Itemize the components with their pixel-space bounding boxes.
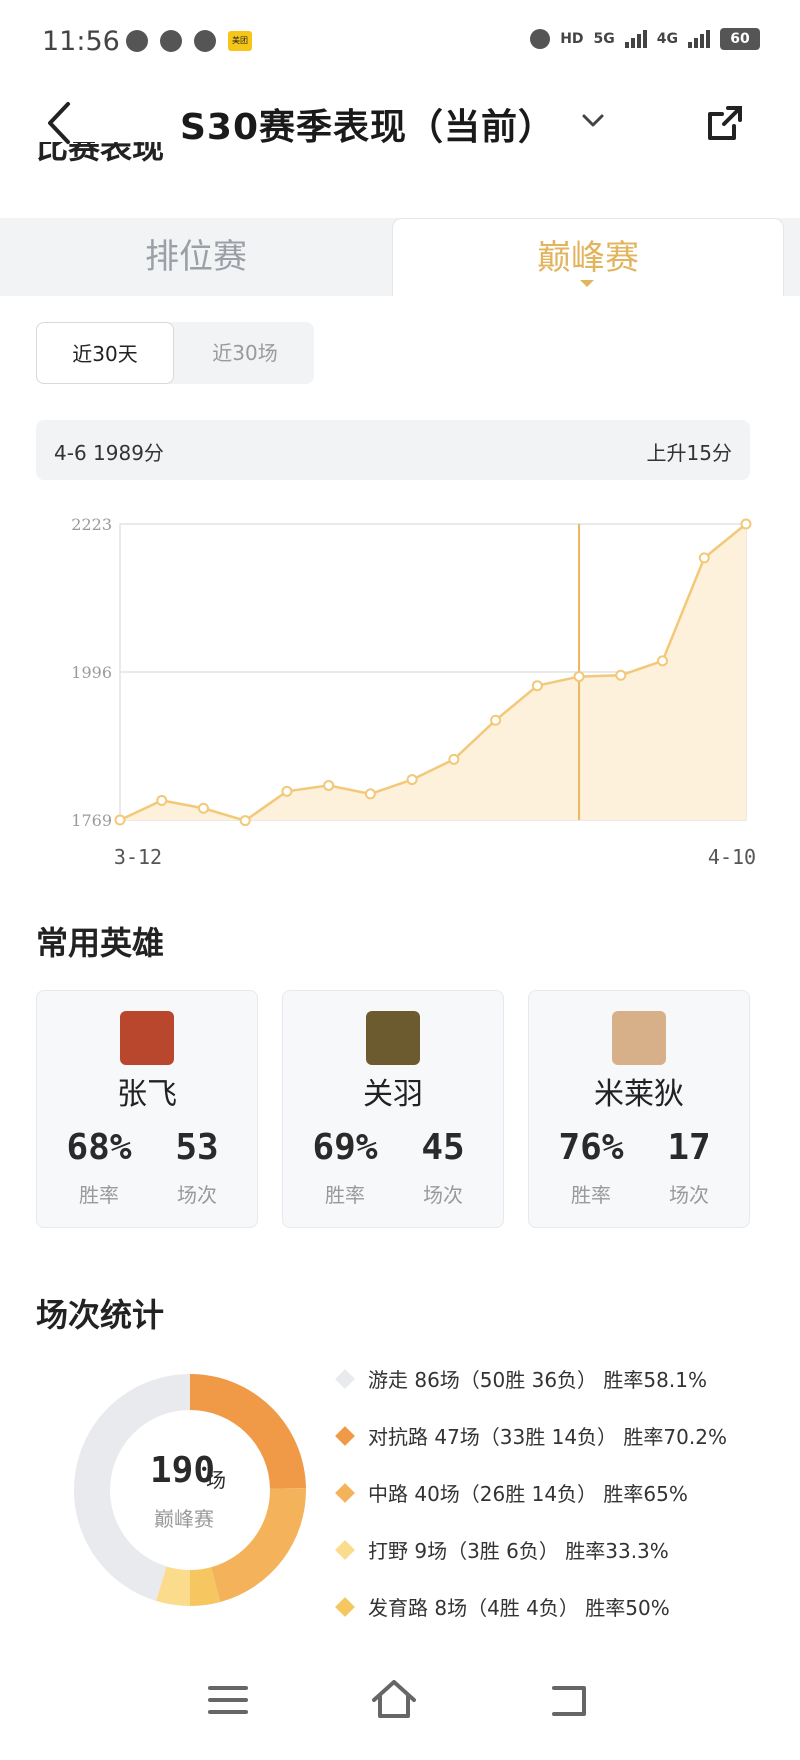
total-matches-unit: 场: [206, 1468, 226, 1492]
data-point[interactable]: [364, 788, 376, 800]
legend-item: 中路 40场（26胜 14负） 胜率65%: [335, 1464, 796, 1521]
4g-indicator: 4G: [656, 31, 678, 47]
legend-label: 游走 86场（50胜 36负） 胜率58.1%: [368, 1368, 707, 1392]
tab-ranked[interactable]: 排位赛: [0, 218, 392, 296]
data-point[interactable]: [490, 714, 502, 726]
compass-icon: [126, 30, 148, 52]
hero-win-rate: 76%: [558, 1127, 624, 1168]
system-nav-bar: [0, 1650, 800, 1760]
hero-matches: 45: [421, 1127, 465, 1168]
hero-avatar: [120, 1011, 174, 1065]
data-point[interactable]: [448, 753, 460, 765]
score-chart[interactable]: 2223 1996 17693-12 4-10: [0, 500, 800, 880]
data-point[interactable]: [156, 794, 168, 806]
heroes-section-title: 常用英雄: [36, 924, 165, 962]
data-point[interactable]: [406, 774, 418, 786]
hero-matches: 53: [175, 1127, 219, 1168]
hero-card[interactable]: 关羽 69% 45 胜率 场次: [282, 990, 504, 1228]
legend-label: 打野 9场（3胜 6负） 胜率33.3%: [368, 1539, 669, 1563]
back-icon[interactable]: [40, 98, 80, 148]
y-tick-label: 1996: [71, 663, 112, 682]
hero-matches-label: 场次: [423, 1183, 463, 1207]
range-30-days[interactable]: 近30天: [36, 322, 174, 384]
hero-win-rate: 69%: [312, 1127, 378, 1168]
range-toggle: 近30天 近30场: [36, 322, 314, 384]
x-end-label: 4-10: [708, 845, 756, 869]
hero-name: 关羽: [363, 1077, 423, 1112]
5g-indicator: 5G: [593, 31, 615, 47]
data-point[interactable]: [281, 785, 293, 797]
hero-win-label: 胜率: [325, 1183, 365, 1207]
legend-swatch: [335, 1368, 355, 1389]
signal-icon: [624, 30, 647, 48]
legend-swatch: [335, 1596, 355, 1617]
page-title[interactable]: S30赛季表现（当前）: [180, 98, 555, 150]
match-type-tabs: 排位赛 巅峰赛: [0, 218, 800, 296]
data-point[interactable]: [323, 779, 335, 791]
data-point[interactable]: [698, 552, 710, 564]
legend-label: 发育路 8场（4胜 4负） 胜率50%: [368, 1596, 670, 1620]
legend-swatch: [335, 1539, 355, 1560]
legend-item: 对抗路 47场（33胜 14负） 胜率70.2%: [335, 1407, 796, 1464]
legend-label: 中路 40场（26胜 14负） 胜率65%: [368, 1482, 688, 1506]
hero-matches-label: 场次: [669, 1183, 709, 1207]
scrolled-section-title: 比赛表现: [36, 142, 165, 166]
wechat-icon: [160, 30, 182, 52]
data-point[interactable]: [615, 669, 627, 681]
y-tick-label: 2223: [71, 515, 112, 534]
score-summary: 4-6 1989分 上升15分: [36, 420, 750, 480]
data-point[interactable]: [740, 518, 752, 530]
legend-item: 发育路 8场（4胜 4负） 胜率50%: [335, 1578, 796, 1635]
home-icon[interactable]: [364, 1670, 424, 1730]
x-start-label: 3-12: [114, 845, 162, 869]
data-point[interactable]: [657, 655, 669, 667]
hero-card[interactable]: 米莱狄 76% 17 胜率 场次: [528, 990, 750, 1228]
data-point[interactable]: [197, 802, 209, 814]
legend-label: 对抗路 47场（33胜 14负） 胜率70.2%: [368, 1425, 727, 1449]
hero-avatar: [612, 1011, 666, 1065]
role-legend: 游走 86场（50胜 36负） 胜率58.1% 对抗路 47场（33胜 14负） …: [335, 1350, 796, 1635]
data-point[interactable]: [573, 671, 585, 683]
status-notification-icons: 美团: [126, 30, 252, 52]
selected-point-score: 4-6 1989分: [54, 441, 164, 465]
game-app-icon: [194, 30, 216, 52]
hero-name: 米莱狄: [594, 1077, 684, 1112]
data-point[interactable]: [114, 814, 126, 826]
hero-win-label: 胜率: [79, 1183, 119, 1207]
y-tick-label: 1769: [71, 811, 112, 830]
hero-card[interactable]: 张飞 68% 53 胜率 场次: [36, 990, 258, 1228]
status-system-icons: HD 5G 4G 60: [530, 28, 760, 50]
stats-section-title: 场次统计: [36, 1296, 165, 1334]
hero-avatar: [366, 1011, 420, 1065]
signal-icon-2: [688, 30, 710, 48]
legend-item: 打野 9场（3胜 6负） 胜率33.3%: [335, 1521, 796, 1578]
score-change: 上升15分: [646, 441, 732, 465]
hero-matches: 17: [667, 1127, 711, 1168]
hero-win-rate: 68%: [66, 1127, 132, 1168]
hero-name: 张飞: [117, 1077, 177, 1112]
donut-slice: [210, 1488, 306, 1602]
status-bar: 11:56 美团 HD 5G 4G 60: [0, 0, 800, 84]
hd-indicator: HD: [560, 31, 584, 47]
range-30-matches[interactable]: 近30场: [176, 322, 314, 384]
legend-item: 游走 86场（50胜 36负） 胜率58.1%: [335, 1350, 796, 1407]
legend-swatch: [335, 1425, 355, 1446]
menu-icon[interactable]: [198, 1670, 258, 1730]
total-matches-label: 巅峰赛: [154, 1507, 214, 1531]
active-tab-indicator: [580, 280, 594, 287]
share-icon[interactable]: [704, 102, 746, 144]
back-nav-icon[interactable]: [540, 1670, 600, 1730]
hero-matches-label: 场次: [177, 1183, 217, 1207]
data-point[interactable]: [239, 815, 251, 827]
legend-swatch: [335, 1482, 355, 1503]
meituan-app-icon: 美团: [228, 31, 252, 51]
hero-win-label: 胜率: [571, 1183, 611, 1207]
chevron-down-icon[interactable]: [578, 106, 608, 136]
status-time: 11:56: [42, 26, 120, 57]
data-point[interactable]: [531, 680, 543, 692]
battery-icon: 60: [720, 28, 760, 50]
alarm-icon: [530, 29, 551, 49]
